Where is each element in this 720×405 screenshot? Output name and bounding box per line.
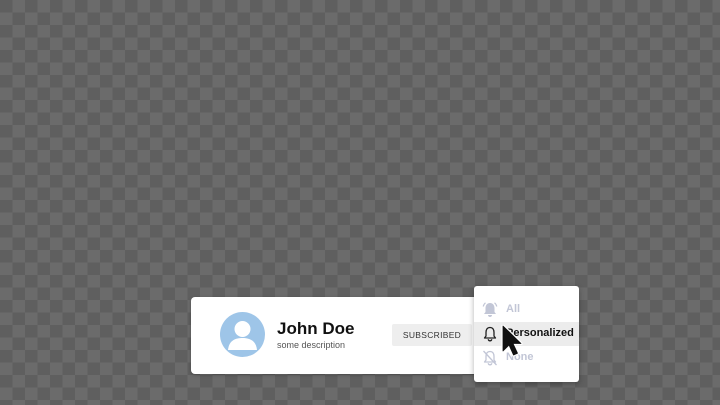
menu-item-personalized[interactable]: Personalized — [474, 322, 579, 346]
notification-menu: All Personalized None — [474, 286, 579, 382]
bell-off-icon — [481, 349, 499, 367]
menu-item-all-label: All — [506, 303, 521, 315]
bell-outline-icon — [481, 325, 499, 343]
profile-name: John Doe — [277, 319, 355, 338]
menu-item-all[interactable]: All — [474, 298, 579, 322]
menu-item-none[interactable]: None — [474, 346, 579, 370]
bell-filled-icon — [481, 301, 499, 319]
subscribed-button[interactable]: SUBSCRIBED — [392, 324, 472, 346]
mouse-pointer-icon — [501, 324, 525, 359]
user-avatar-icon — [220, 312, 265, 357]
profile-description: some description — [277, 340, 346, 350]
